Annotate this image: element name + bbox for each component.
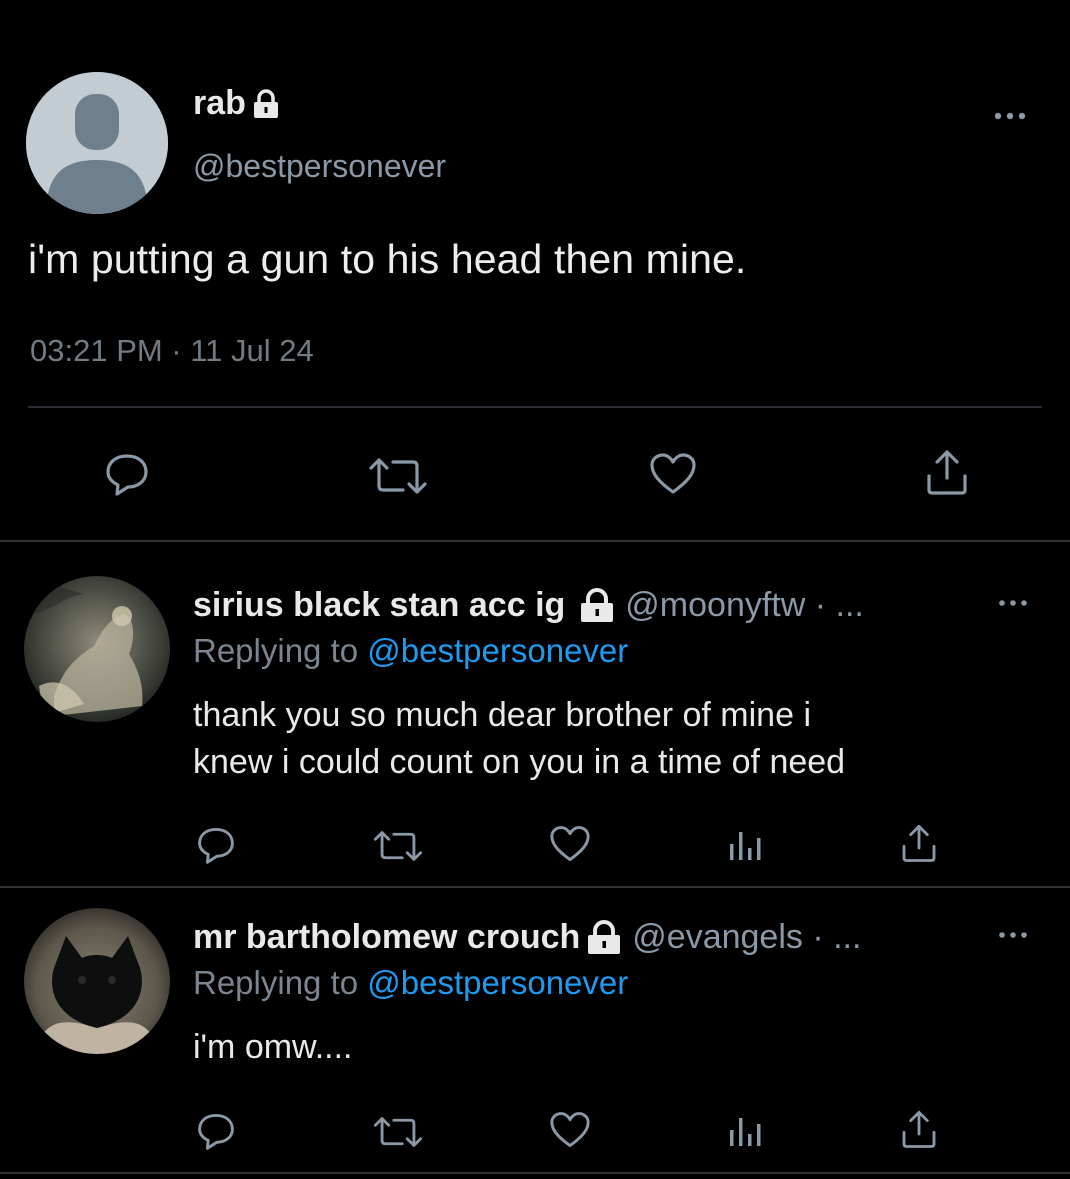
like-button[interactable] [549,1111,591,1149]
replying-to: Replying to @bestpersonever [193,964,628,1002]
reply-header: mr bartholomew crouch @evangels · ... [193,918,861,957]
more-icon [999,600,1027,606]
main-tweet-handle[interactable]: @bestpersonever [193,148,446,185]
retweet-icon [373,831,423,861]
replying-to-prefix: Replying to [193,632,368,669]
reply-handle[interactable]: @evangels · ... [632,918,861,957]
reply-text-line: i'm omw.... [193,1028,353,1066]
share-icon [902,1110,936,1148]
reply-button[interactable] [196,826,236,864]
reply-avatar[interactable] [24,576,170,722]
like-button[interactable] [549,825,591,863]
reply-display-name[interactable]: sirius black stan acc ig [193,586,565,625]
reply-button[interactable] [196,1112,236,1150]
main-tweet-avatar[interactable] [26,72,168,214]
more-icon [999,932,1027,938]
reply-avatar[interactable] [24,908,170,1054]
reply-text: thank you so much dear brother of mine i… [193,692,845,786]
statue-avatar-icon [24,576,170,722]
reply-text-line: knew i could count on you in a time of n… [193,743,846,781]
analytics-icon [730,832,761,860]
main-tweet-text: i'm putting a gun to his head then mine. [28,236,747,282]
lock-icon [581,587,614,622]
more-options-button[interactable] [996,596,1032,610]
default-avatar-icon [26,72,168,214]
more-icon [994,112,1026,120]
divider [0,540,1070,542]
replying-to-mention[interactable]: @bestpersonever [367,964,628,1001]
view-count-button[interactable] [727,828,763,862]
like-button[interactable] [649,452,697,496]
replying-to: Replying to @bestpersonever [193,632,628,670]
share-icon [927,450,967,495]
analytics-icon [730,1118,761,1146]
main-tweet-display-name: rab [193,84,246,122]
view-count-button[interactable] [727,1114,763,1148]
lock-icon [253,88,278,118]
reply-text-line: thank you so much dear brother of mine i [193,696,811,734]
retweet-icon [373,1117,423,1147]
replying-to-mention[interactable]: @bestpersonever [367,632,628,669]
reply-icon [198,827,234,864]
reply-display-name[interactable]: mr bartholomew crouch [193,918,580,957]
cat-avatar-icon [24,908,170,1054]
replying-to-prefix: Replying to [193,964,368,1001]
share-icon [902,824,936,862]
retweet-button[interactable] [372,1115,424,1149]
retweet-icon [369,458,427,494]
retweet-button[interactable] [367,456,429,496]
reply-icon [106,454,148,496]
divider [0,886,1070,888]
reply-header: sirius black stan acc ig @moonyftw · ... [193,586,864,625]
like-icon [650,453,696,494]
lock-icon [588,919,621,954]
retweet-button[interactable] [372,829,424,863]
reply-text: i'm omw.... [193,1024,353,1071]
main-tweet-author[interactable]: rab [193,84,280,123]
divider [28,406,1042,408]
share-button[interactable] [924,448,970,496]
share-button[interactable] [899,1109,939,1149]
main-tweet-timestamp[interactable]: 03:21 PM · 11 Jul 24 [30,333,314,369]
more-options-button[interactable] [996,928,1032,942]
like-icon [550,1112,590,1148]
reply-icon [198,1113,234,1150]
reply-button[interactable] [104,452,150,496]
more-options-button[interactable] [990,106,1034,126]
share-button[interactable] [899,823,939,863]
like-icon [550,826,590,862]
divider [0,1172,1070,1174]
reply-handle[interactable]: @moonyftw · ... [625,586,864,625]
